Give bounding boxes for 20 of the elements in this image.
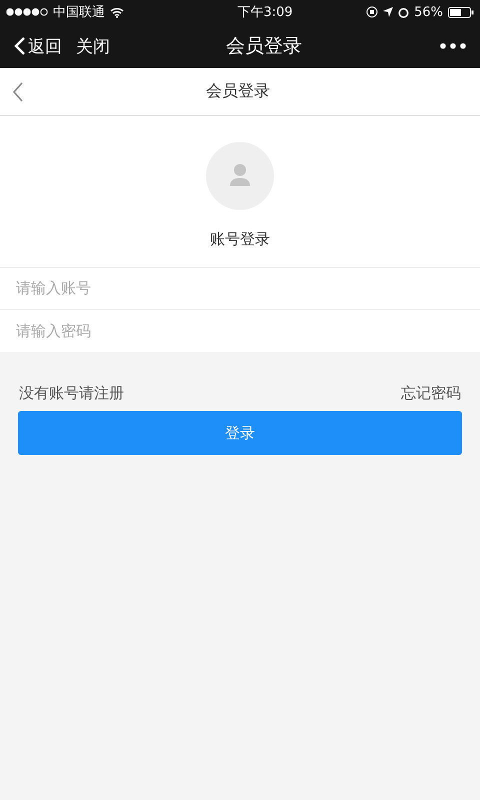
input-field[interactable]: 请输入账号	[0, 268, 480, 310]
location-icon	[383, 7, 394, 17]
input-field[interactable]: 请输入密码	[0, 310, 480, 352]
more-icon[interactable]	[440, 43, 466, 49]
signal-icon	[6, 8, 48, 16]
forgot-password-link[interactable]: 忘记密码	[401, 384, 461, 403]
back-button[interactable]: 返回	[14, 34, 62, 58]
login-method-label: 账号登录	[210, 230, 270, 249]
close-button[interactable]: 关闭	[76, 34, 110, 58]
register-link[interactable]: 没有账号请注册	[19, 384, 124, 403]
page-title: 会员登录	[205, 81, 271, 102]
battery-percentage: 56%	[414, 4, 443, 20]
wifi-icon	[110, 6, 124, 18]
avatar-icon	[206, 142, 274, 210]
nav-title: 会员登录	[225, 34, 303, 59]
clock: 下午3:09	[236, 4, 294, 21]
battery-icon	[448, 6, 474, 18]
carrier: 中国联通	[53, 4, 105, 21]
chevron-left-icon	[14, 36, 26, 56]
back-icon[interactable]	[12, 82, 24, 102]
